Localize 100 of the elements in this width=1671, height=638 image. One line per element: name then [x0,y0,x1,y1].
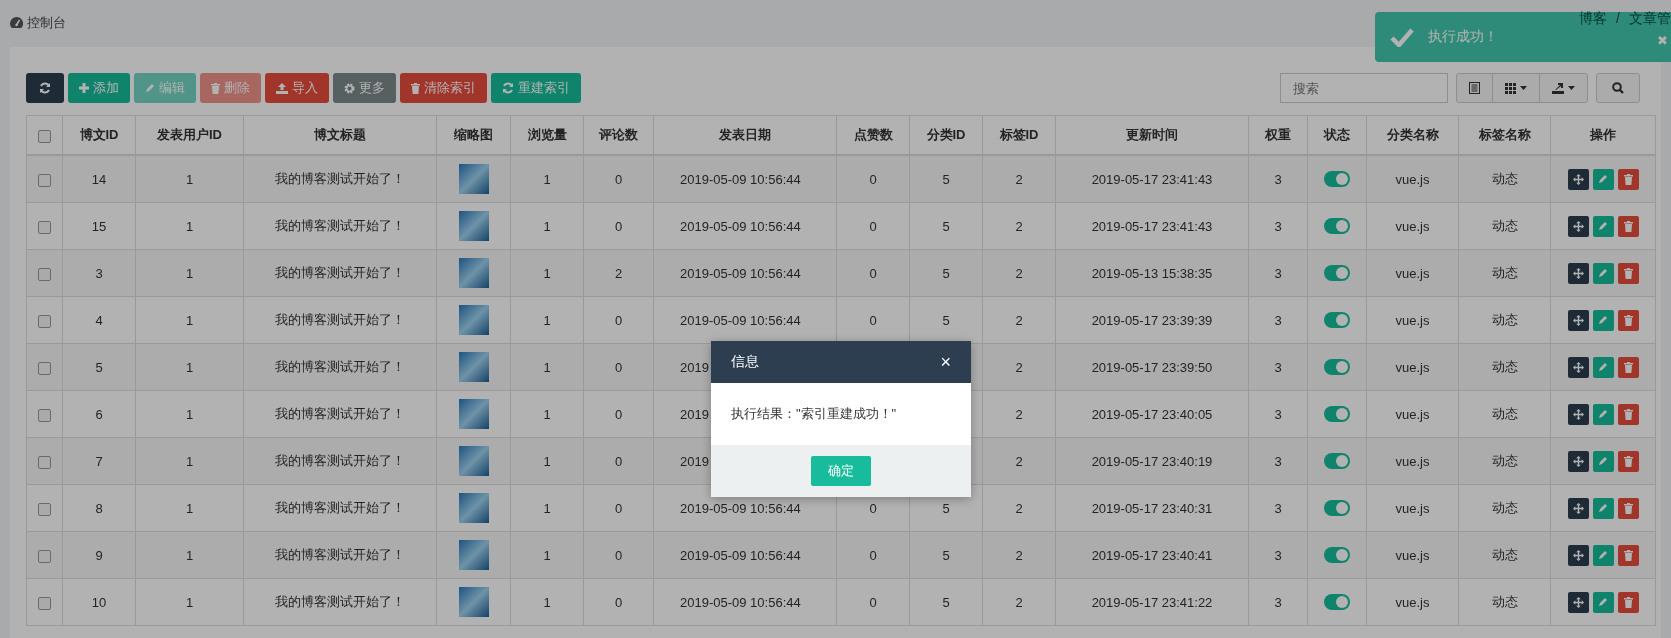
table-cell: 1 [543,171,551,187]
table-cell: vue.js [1395,547,1430,563]
delete-button[interactable] [1617,356,1639,378]
photo-placeholder [458,305,489,335]
row-checkbox[interactable] [38,408,51,422]
table-cell: vue.js [1395,500,1430,516]
table-cell: 5 [942,500,950,516]
more-button[interactable]: 更多 [333,73,396,103]
dashboard-icon [10,17,23,28]
column-header: 浏览量 [527,127,567,142]
table-cell: 1 [185,359,194,375]
table-cell: 5 [95,359,103,375]
table-cell: 3 [95,265,103,281]
trash-icon [1623,267,1633,279]
column-header: 分类名称 [1386,127,1439,142]
delete-button[interactable] [1617,591,1639,613]
table-cell: 7 [95,453,103,469]
status-toggle[interactable] [1324,265,1350,282]
import-button[interactable]: 导入 [265,73,329,103]
clear-button[interactable]: 清除索引 [400,73,487,103]
pencil-icon [1598,268,1608,278]
table-cell: 0 [614,594,623,610]
table-cell: 10 [91,594,107,610]
row-checkbox[interactable] [38,129,51,143]
refresh-button[interactable] [26,73,64,103]
table-cell: vue.js [1395,218,1430,234]
column-header: 缩略图 [454,127,493,142]
status-toggle[interactable] [1324,312,1350,329]
move-arrows-icon [1572,549,1584,561]
delete-button[interactable] [1617,544,1639,566]
photo-placeholder [458,258,489,288]
table-cell: 2019-05-17 23:39:39 [1091,312,1213,328]
move-arrows-icon [1572,408,1584,420]
delete-button[interactable] [1617,403,1639,425]
move-button[interactable] [1567,309,1589,331]
status-toggle[interactable] [1324,406,1350,423]
status-toggle[interactable] [1324,547,1350,564]
row-checkbox[interactable] [38,596,51,610]
table-cell: 8 [95,500,103,516]
breadcrumb-link[interactable]: 文章管 [1629,9,1671,28]
delete-button[interactable] [1617,215,1639,237]
close-icon[interactable]: ✖ [1657,34,1668,47]
search-button[interactable] [1596,73,1640,103]
delete-button[interactable] [1617,450,1639,472]
table-cell: 动态 [1491,218,1518,233]
row-checkbox[interactable] [38,455,51,469]
move-arrows-icon [1572,220,1584,232]
gear-icon [344,82,355,94]
move-button[interactable] [1567,497,1589,519]
move-button[interactable] [1567,262,1589,284]
checkmark-icon [1390,27,1414,47]
table-cell: 我的博客测试开始了！ [275,406,405,421]
table-cell: 动态 [1491,547,1518,562]
status-toggle[interactable] [1324,500,1350,517]
delete-button[interactable] [1617,262,1639,284]
table-cell: 2019-05-17 23:39:50 [1091,359,1213,375]
table-cell: 1 [543,312,551,328]
status-toggle[interactable] [1324,171,1350,188]
delete-button[interactable] [1617,309,1639,331]
delete-button[interactable] [1617,497,1639,519]
rebuild-button[interactable]: 重建索引 [491,73,581,103]
row-checkbox[interactable] [38,361,51,375]
table-cell: 2019 [680,359,709,375]
status-toggle[interactable] [1324,218,1350,235]
row-checkbox[interactable] [38,549,51,563]
close-button[interactable]: × [940,351,951,373]
move-button[interactable] [1567,403,1589,425]
delete-button[interactable] [1617,168,1639,190]
row-checkbox[interactable] [38,220,51,234]
move-button[interactable] [1567,215,1589,237]
table-cell: 0 [869,265,877,281]
move-button[interactable] [1567,544,1589,566]
move-button[interactable] [1567,591,1589,613]
row-checkbox[interactable] [38,173,51,187]
table-cell: 我的博客测试开始了！ [275,171,405,186]
table-cell: 0 [614,218,623,234]
column-header: 分类ID [926,127,966,142]
breadcrumb-link[interactable]: 博客 [1579,9,1608,28]
table-cell: 0 [614,500,623,516]
column-header: 更新时间 [1126,127,1178,142]
table-cell: vue.js [1395,406,1430,422]
status-toggle[interactable] [1324,359,1350,376]
table-cell: 动态 [1491,453,1518,468]
status-toggle[interactable] [1324,594,1350,611]
search-field[interactable]: 搜索 [1280,73,1448,103]
status-toggle[interactable] [1324,453,1350,470]
move-button[interactable] [1567,356,1589,378]
trash-icon [411,82,420,94]
ok-button[interactable]: 确定 [811,456,871,486]
pencil-icon [1598,174,1608,184]
add-button[interactable]: 添加 [68,73,130,103]
row-checkbox[interactable] [38,502,51,516]
row-checkbox[interactable] [38,314,51,328]
move-button[interactable] [1567,168,1589,190]
table-cell: 5 [942,265,950,281]
column-header: 博文ID [79,127,119,142]
move-arrows-icon [1572,361,1584,373]
table-cell: 1 [543,359,551,375]
row-checkbox[interactable] [38,267,51,281]
move-button[interactable] [1567,450,1589,472]
